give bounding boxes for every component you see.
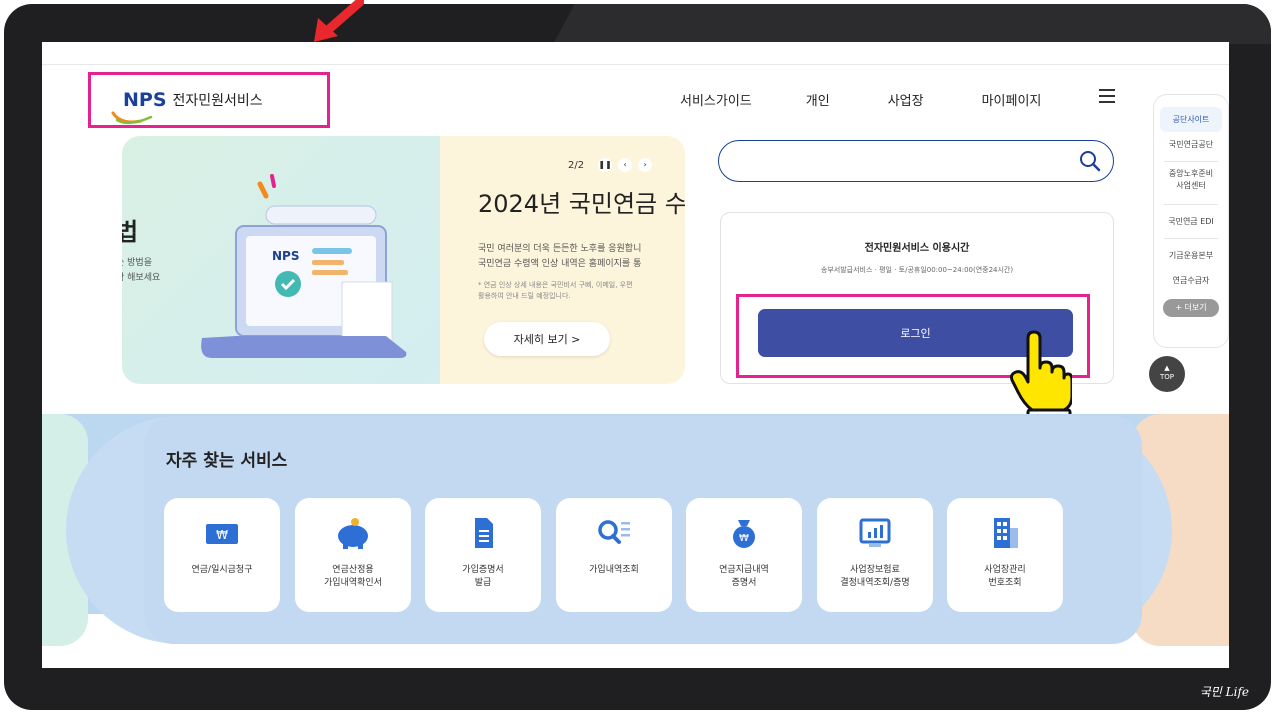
service-hours-title: 전자민원서비스 이용시간: [864, 243, 970, 254]
banner-desc-line: 국민연금 수령액 인상 내역은 홈페이지를 통: [478, 259, 642, 269]
quick-item-nps[interactable]: 국민연금공단: [1154, 132, 1228, 157]
service-label: 가입내역조회: [589, 565, 639, 575]
quick-divider: [1164, 238, 1218, 239]
service-label: 사업장보험료 결정내역조회/증명: [840, 565, 910, 588]
nav-personal[interactable]: 개인: [806, 90, 830, 109]
service-hours-text: 송부서발급서비스 · 평일 · 토/공휴일00:00~24:00(연중24시간): [820, 266, 1014, 274]
monitor-frame: NPS 전자민원서비스 서비스가이드 개인 사업장 마이페이지 법 는 방법을 …: [4, 4, 1271, 710]
main-nav: 서비스가이드 개인 사업장 마이페이지: [680, 90, 1041, 109]
quick-divider: [1164, 204, 1218, 205]
banner-more-button[interactable]: 자세히 보기 >: [484, 322, 610, 356]
banner-page-count: 2/2: [568, 159, 585, 171]
building-icon: [994, 518, 1018, 548]
service-label: 가입증명서 발급: [462, 565, 504, 588]
prev-slide-desc: 는 방법을 확 해보세요: [122, 256, 160, 286]
scroll-top-button[interactable]: ▲ TOP: [1149, 356, 1185, 392]
top-label: TOP: [1159, 373, 1174, 381]
chevron-left-icon[interactable]: ‹: [618, 158, 633, 172]
banner-desc-line: 국민 여러분의 더욱 든든한 노후를 응원합니: [478, 244, 642, 254]
document-icon: [475, 518, 493, 548]
banner-paging: 2/2 ❚❚ ‹ ›: [568, 158, 653, 172]
site-logo-highlight[interactable]: NPS 전자민원서비스: [88, 72, 330, 128]
won-bill-icon: ₩: [206, 524, 238, 544]
nav-service-guide[interactable]: 서비스가이드: [680, 90, 752, 109]
logo-swoosh-icon: [111, 111, 153, 125]
nav-business[interactable]: 사업장: [888, 90, 924, 109]
search-list-icon: [598, 520, 630, 544]
quick-item-edi[interactable]: 국민연금 EDI: [1154, 209, 1228, 234]
service-label: 연금산정용 가입내역확인서: [324, 565, 382, 588]
quick-more-button[interactable]: + 더보기: [1163, 299, 1219, 317]
money-bag-icon: ₩: [733, 520, 755, 548]
prev-slide-title: 법: [122, 218, 139, 246]
laptop-illustration-icon: NPS: [201, 174, 407, 358]
quick-item-nps-sites[interactable]: 공단사이트: [1160, 107, 1222, 132]
main-banner[interactable]: 법 는 방법을 확 해보세요 NPS: [122, 136, 685, 384]
arrow-up-icon: ▲: [1164, 364, 1170, 372]
bezel-shine: [553, 4, 1271, 44]
nav-mypage[interactable]: 마이페이지: [982, 90, 1042, 109]
pause-icon[interactable]: ❚❚: [598, 158, 613, 172]
service-card-business-premium[interactable]: 사업장보험료 결정내역조회/증명: [817, 498, 933, 612]
logo-text: 전자민원서비스: [172, 93, 263, 109]
banner-description: 국민 여러분의 더욱 든든한 노후를 응원합니 국민연금 수령액 인상 내역은 …: [478, 242, 641, 272]
quick-item-fund[interactable]: 기금운용본부: [1154, 243, 1228, 268]
arrow-pointer-icon: [314, 0, 364, 42]
services-title: 자주 찾는 서비스: [166, 451, 288, 471]
banner-title: 2024년 국민연금 수: [478, 190, 685, 218]
menu-icon[interactable]: [1099, 89, 1115, 103]
service-card-payment-statement[interactable]: ₩ 연금지급내역 증명서: [686, 498, 802, 612]
service-label: 연금지급내역 증명서: [719, 565, 769, 588]
svg-text:NPS: NPS: [272, 249, 299, 263]
chevron-right-icon[interactable]: ›: [638, 158, 653, 172]
service-card-business-number[interactable]: 사업장관리 번호조회: [947, 498, 1063, 612]
piggy-bank-icon: [338, 518, 368, 549]
svg-text:₩: ₩: [739, 533, 749, 544]
logo-mark: NPS: [123, 89, 167, 111]
search-bar: [718, 140, 1114, 182]
svg-text:₩: ₩: [216, 528, 228, 542]
service-label: 연금/일시금청구: [191, 565, 253, 575]
search-input[interactable]: [737, 141, 1077, 179]
chart-monitor-icon: [859, 518, 891, 547]
hand-pointer-icon: [1010, 330, 1072, 420]
service-card-contribution-record[interactable]: 연금산정용 가입내역확인서: [295, 498, 411, 612]
quick-item-label: 중앙노후준비 사업센터: [1168, 169, 1214, 190]
service-card-enrollment-certificate[interactable]: 가입증명서 발급: [425, 498, 541, 612]
quick-item-retirement-center[interactable]: 중앙노후준비 사업센터: [1154, 166, 1228, 200]
banner-illustration-panel: 법 는 방법을 확 해보세요 NPS: [122, 136, 440, 384]
service-label: 사업장관리 번호조회: [984, 565, 1026, 588]
prev-slide-desc-line: 는 방법을: [122, 258, 152, 268]
prev-slide-desc-line: 확 해보세요: [122, 273, 161, 283]
quick-divider: [1164, 161, 1218, 162]
quick-item-pensioner[interactable]: 연금수급자: [1154, 268, 1228, 293]
browser-screen: NPS 전자민원서비스 서비스가이드 개인 사업장 마이페이지 법 는 방법을 …: [42, 42, 1229, 668]
banner-note: * 연금 인상 상세 내용은 국민비서 구삐, 이메일, 우편 활용하여 안내 …: [478, 280, 633, 302]
service-card-pension-claim[interactable]: ₩ 연금/일시금청구: [164, 498, 280, 612]
quick-menu: 공단사이트 국민연금공단 중앙노후준비 사업센터 국민연금 EDI 기금운용본부…: [1153, 94, 1229, 348]
search-icon[interactable]: [1079, 150, 1101, 172]
banner-note-line: 활용하여 안내 드릴 예정입니다.: [478, 292, 571, 300]
header-divider: [42, 64, 1229, 65]
banner-note-line: * 연금 인상 상세 내용은 국민비서 구삐, 이메일, 우편: [478, 281, 633, 289]
brand-watermark: 국민 Life: [1199, 685, 1249, 699]
service-card-enrollment-inquiry[interactable]: 가입내역조회: [556, 498, 672, 612]
